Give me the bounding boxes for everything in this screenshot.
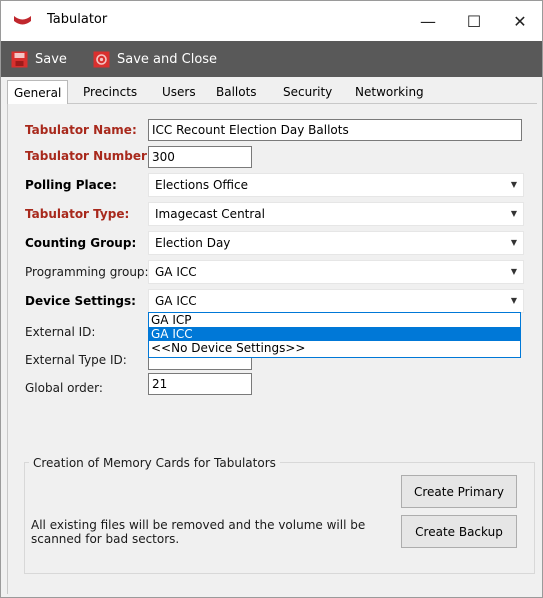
device-settings-value: GA ICC [155, 294, 197, 308]
close-button[interactable]: ✕ [497, 1, 543, 41]
device-settings-select[interactable]: GA ICC ▼ [148, 289, 524, 313]
tabulator-name-label: Tabulator Name: [25, 123, 137, 137]
chevron-down-icon: ▼ [510, 180, 517, 189]
create-backup-button[interactable]: Create Backup [401, 515, 517, 548]
tabulator-number-field[interactable]: 300 [148, 146, 252, 168]
save-close-icon [93, 51, 110, 67]
save-and-close-button[interactable]: Save and Close [93, 41, 217, 77]
chevron-down-icon: ▼ [510, 267, 517, 276]
programming-group-value: GA ICC [155, 265, 197, 279]
memory-cards-group-title: Creation of Memory Cards for Tabulators [29, 456, 280, 470]
tab-strip: General Precincts Users Ballots Security… [7, 80, 537, 105]
save-label: Save [35, 51, 67, 67]
tabulator-number-label: Tabulator Number: [25, 149, 152, 163]
device-settings-dropdown: GA ICP GA ICC <<No Device Settings>> [148, 312, 521, 358]
counting-group-select[interactable]: Election Day ▼ [148, 231, 524, 255]
tab-users[interactable]: Users [156, 83, 202, 104]
polling-place-value: Elections Office [155, 178, 248, 192]
toolbar: Save Save and Close [1, 41, 542, 77]
global-order-field[interactable]: 21 [148, 373, 252, 395]
chevron-down-icon: ▼ [510, 209, 517, 218]
tabulator-name-field[interactable]: ICC Recount Election Day Ballots [148, 119, 522, 141]
chevron-down-icon: ▼ [510, 238, 517, 247]
dropdown-option-ga-icc[interactable]: GA ICC [149, 327, 520, 341]
window-title: Tabulator [47, 12, 108, 27]
global-order-label: Global order: [25, 381, 103, 395]
save-button[interactable]: Save [11, 41, 67, 77]
maximize-button[interactable]: ☐ [451, 1, 497, 41]
app-logo-icon [14, 16, 31, 25]
tabulator-type-select[interactable]: Imagecast Central ▼ [148, 202, 524, 226]
create-primary-button[interactable]: Create Primary [401, 475, 517, 508]
external-id-label: External ID: [25, 325, 96, 339]
polling-place-select[interactable]: Elections Office ▼ [148, 173, 524, 197]
floppy-disk-icon [11, 51, 28, 67]
counting-group-value: Election Day [155, 236, 231, 250]
tab-precincts[interactable]: Precincts [77, 83, 143, 104]
programming-group-select[interactable]: GA ICC ▼ [148, 260, 524, 284]
chevron-down-icon: ▼ [510, 296, 517, 305]
counting-group-label: Counting Group: [25, 236, 137, 250]
save-and-close-label: Save and Close [117, 51, 218, 67]
dropdown-option-ga-icp[interactable]: GA ICP [149, 313, 520, 327]
external-type-id-label: External Type ID: [25, 353, 127, 367]
device-settings-label: Device Settings: [25, 294, 136, 308]
tab-networking[interactable]: Networking [349, 83, 430, 104]
tabulator-window: Tabulator — ☐ ✕ Save Save and Close Gene… [0, 0, 543, 598]
polling-place-label: Polling Place: [25, 178, 117, 192]
tabulator-type-value: Imagecast Central [155, 207, 265, 221]
memory-cards-note: All existing files will be removed and t… [31, 518, 366, 546]
tabulator-type-label: Tabulator Type: [25, 207, 130, 221]
tab-ballots[interactable]: Ballots [210, 83, 263, 104]
tab-general[interactable]: General [7, 80, 69, 105]
tab-security[interactable]: Security [277, 83, 338, 104]
title-bar: Tabulator — ☐ ✕ [1, 1, 542, 41]
programming-group-label: Programming group: [25, 265, 149, 279]
dropdown-option-no-device-settings[interactable]: <<No Device Settings>> [149, 341, 520, 355]
minimize-button[interactable]: — [405, 1, 451, 41]
